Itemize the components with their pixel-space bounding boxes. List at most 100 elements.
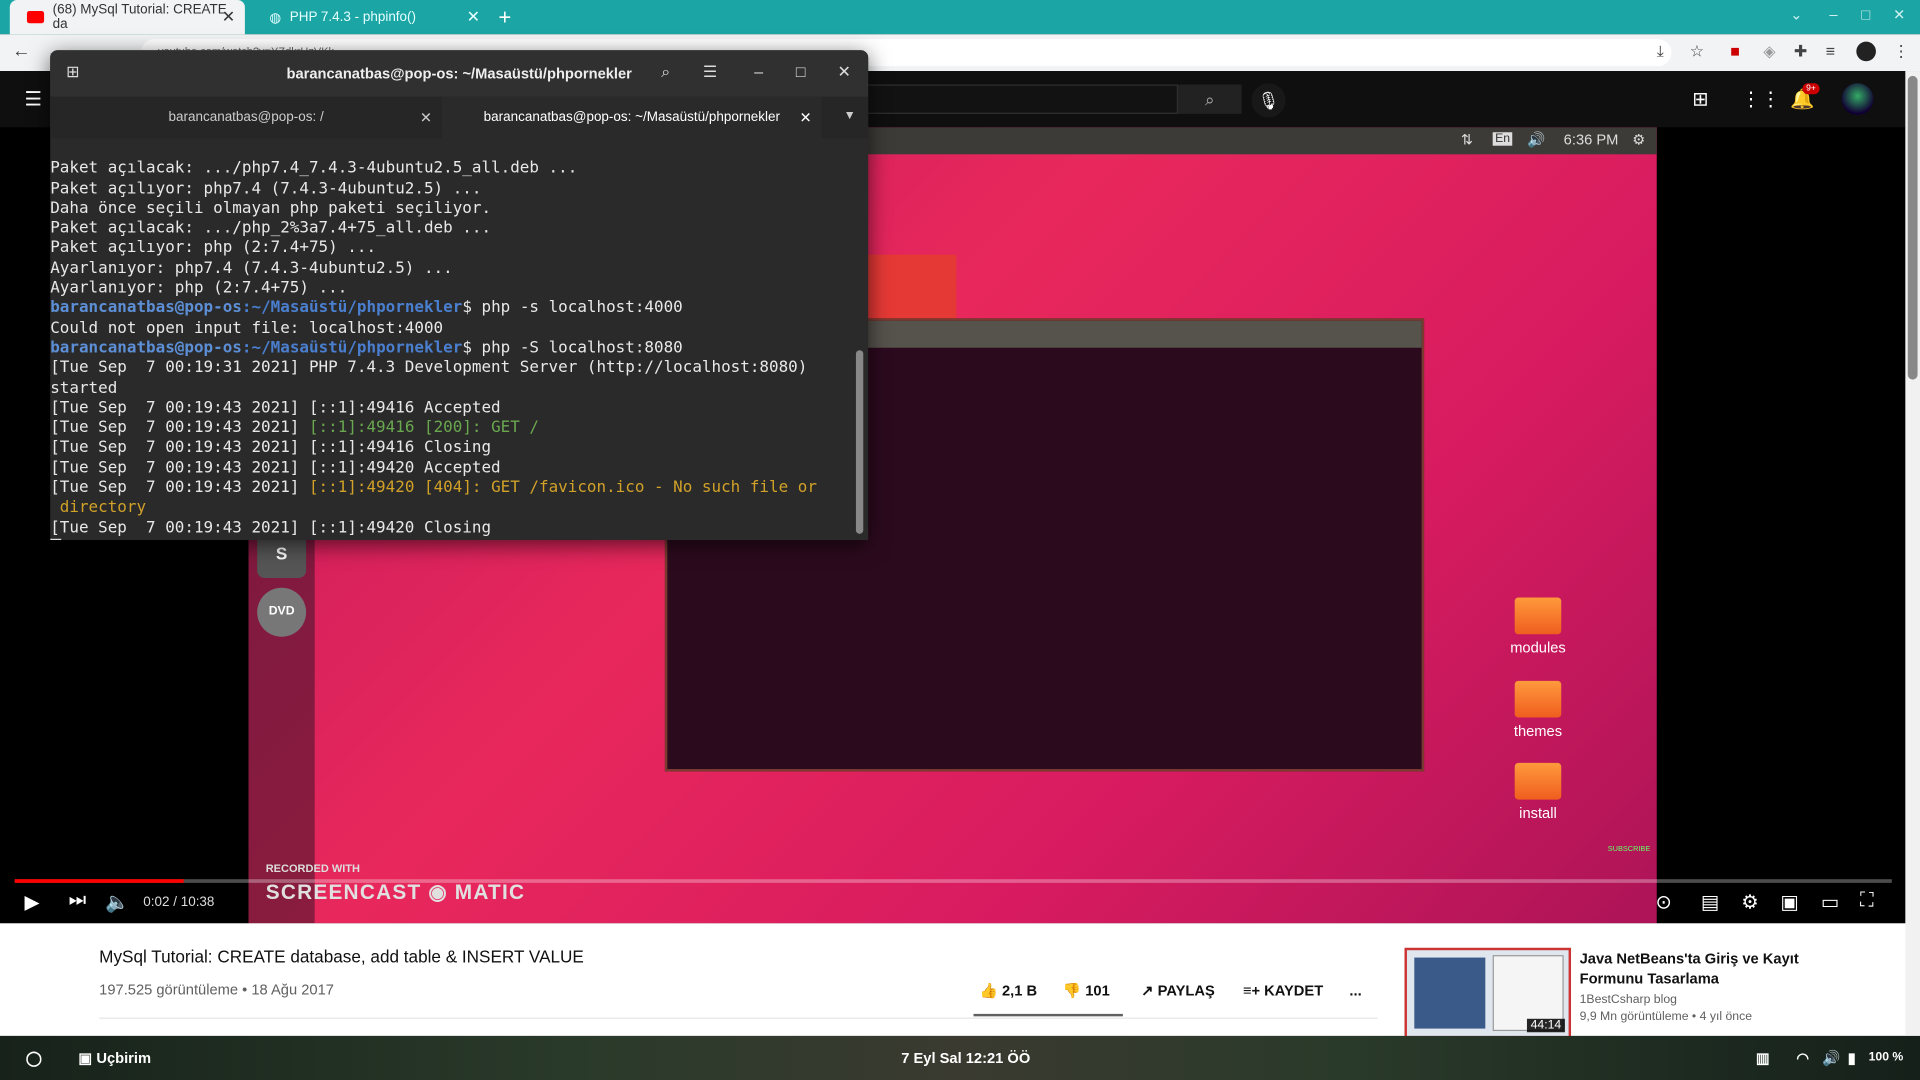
apps-grid-icon[interactable]: ⋮⋮ — [1741, 87, 1780, 111]
profile-avatar[interactable] — [1856, 41, 1876, 62]
install-icon[interactable]: ⤓ — [1657, 42, 1664, 62]
dislike-button[interactable]: 👎 101 — [1063, 982, 1110, 999]
dvd-icon: DVD — [257, 587, 307, 637]
page-scrollbar[interactable] — [1905, 71, 1920, 1036]
log-prefix: [Tue Sep 7 00:19:43 2021] — [50, 478, 309, 498]
terminal-window[interactable]: ⊞ barancanatbas@pop-os: ~/Masaüstü/phpor… — [50, 50, 869, 541]
shield-icon[interactable]: ◈ — [1763, 42, 1775, 62]
theater-mode-icon[interactable]: ▭ — [1821, 890, 1840, 914]
menu-icon[interactable]: ☰ — [703, 62, 717, 82]
tab-phpinfo[interactable]: ◍ PHP 7.4.3 - phpinfo() ✕ — [252, 0, 490, 34]
terminal-line: Paket açılacak: .../php7.4_7.4.3-4ubuntu… — [50, 159, 578, 178]
next-icon[interactable]: ⏭ — [69, 890, 87, 912]
terminal-cursor-line — [50, 538, 858, 541]
network-icon: ⇅ — [1460, 131, 1474, 149]
video-duration: 44:14 — [1526, 1018, 1565, 1033]
close-icon[interactable]: ✕ — [222, 7, 235, 27]
extension-icon[interactable]: ■ — [1730, 42, 1740, 60]
search-icon[interactable]: ⌕ — [661, 62, 670, 82]
media-icon[interactable]: ≡ — [1826, 42, 1835, 60]
clock: 6:36 PM — [1563, 131, 1619, 149]
tab-search-icon[interactable]: ⌄ — [1790, 6, 1802, 23]
scrollbar-thumb[interactable] — [1907, 75, 1918, 380]
play-icon[interactable]: ▶ — [24, 890, 39, 914]
recommendation-thumbnail[interactable]: 44:14 — [1404, 947, 1572, 1039]
maximize-icon[interactable]: □ — [796, 62, 806, 80]
recommendation-channel[interactable]: 1BestCsharp blog — [1580, 993, 1677, 1006]
prompt-user: barancanatbas@pop-os — [50, 299, 242, 318]
create-video-icon[interactable]: ⊞ — [1692, 87, 1708, 111]
subtitles-icon[interactable]: ▤ — [1701, 890, 1720, 914]
back-icon[interactable]: ← — [12, 40, 30, 61]
terminal-scrollbar[interactable] — [855, 350, 864, 534]
autoplay-toggle[interactable]: ⊙ — [1656, 890, 1672, 914]
terminal-log-line: [Tue Sep 7 00:19:43 2021] [::1]:49416 [2… — [50, 419, 858, 439]
hamburger-menu-icon[interactable]: ☰ — [24, 87, 42, 111]
terminal-log-line: [Tue Sep 7 00:19:43 2021] [::1]:49416 Ac… — [50, 399, 858, 419]
maximize-icon[interactable]: □ — [1861, 6, 1870, 23]
minimize-icon[interactable]: – — [1829, 6, 1837, 23]
globe-icon: ◍ — [269, 10, 282, 26]
thumbnail-image — [1414, 957, 1486, 1029]
close-window-icon[interactable]: ✕ — [1893, 6, 1905, 23]
wifi-icon[interactable]: ◠ — [1796, 1049, 1809, 1066]
terminal-log-line: [Tue Sep 7 00:19:43 2021] [::1]:49420 Cl… — [50, 519, 858, 539]
close-icon[interactable]: ✕ — [800, 97, 812, 139]
terminal-title: barancanatbas@pop-os: ~/Masaüstü/phporne… — [286, 64, 632, 83]
tab-dropdown-icon[interactable]: ▼ — [844, 109, 856, 122]
search-icon[interactable]: ⌕ — [1177, 84, 1242, 114]
activities-icon[interactable]: ◯ — [26, 1049, 42, 1066]
close-icon[interactable]: ✕ — [838, 62, 851, 82]
thumbs-up-icon: 👍 — [979, 982, 1002, 1000]
video-progress-bar[interactable] — [14, 879, 1892, 883]
terminal-tab-root[interactable]: barancanatbas@pop-os: / ✕ — [50, 97, 442, 139]
log-prefix: [Tue Sep 7 00:19:43 2021] [::1]:49416 Ac… — [50, 399, 501, 418]
search-input[interactable] — [864, 84, 1178, 114]
log-prefix: [Tue Sep 7 00:19:43 2021] [::1]:49416 Cl… — [50, 438, 492, 458]
recommendation-title[interactable]: Java NetBeans'ta Giriş ve Kayıt Formunu … — [1580, 949, 1849, 988]
new-tab-button[interactable]: + — [498, 5, 511, 31]
terminal-line: Daha önce seçili olmayan php paketi seçi… — [50, 199, 492, 218]
folder-icon — [1514, 762, 1562, 800]
avatar[interactable] — [1841, 83, 1874, 116]
terminal-prompt-line: barancanatbas@pop-os:~/Masaüstü/phpornek… — [50, 299, 858, 319]
volume-icon[interactable]: 🔈 — [105, 890, 129, 914]
volume-icon: 🔊 — [1526, 131, 1546, 149]
app-menu-button[interactable]: ▣ Uçbirim — [78, 1049, 151, 1066]
thumbs-down-icon: 👎 — [1062, 982, 1086, 1000]
screen-share-icon[interactable]: ▥ — [1756, 1049, 1770, 1066]
log-prefix: [Tue Sep 7 00:19:43 2021] — [50, 418, 309, 438]
tab-label: (68) MySql Tutorial: CREATE da — [52, 2, 227, 32]
volume-icon[interactable]: 🔊 — [1822, 1049, 1840, 1066]
terminal-output[interactable]: Paket açılacak: .../php7.4_7.4.3-4ubuntu… — [50, 140, 858, 541]
terminal-log-line: [Tue Sep 7 00:19:43 2021] [::1]:49420 Ac… — [50, 459, 858, 479]
desktop-icon-themes: themes — [1501, 680, 1574, 740]
menu-icon[interactable]: ⋮ — [1893, 42, 1909, 62]
terminal-log-line: [Tue Sep 7 00:19:43 2021] [::1]:49416 Cl… — [50, 439, 858, 459]
datetime[interactable]: 7 Eyl Sal 12:21 ÖÖ — [901, 1049, 1030, 1066]
close-icon[interactable]: ✕ — [467, 7, 480, 27]
bookmark-star-icon[interactable]: ☆ — [1690, 42, 1704, 62]
minimize-icon[interactable]: – — [754, 62, 763, 80]
puzzle-icon[interactable]: ✚ — [1794, 42, 1807, 62]
dislike-count: 101 — [1085, 982, 1110, 1000]
microphone-icon[interactable]: 🎙 — [1251, 83, 1286, 118]
lang-indicator: En — [1492, 132, 1513, 146]
miniplayer-icon[interactable]: ▣ — [1780, 890, 1799, 914]
share-button[interactable]: ↗ PAYLAŞ — [1141, 982, 1215, 999]
save-button[interactable]: ≡+ KAYDET — [1243, 982, 1323, 999]
progress-fill — [14, 879, 184, 883]
close-icon[interactable]: ✕ — [420, 97, 432, 139]
terminal-tab-phpornekler[interactable]: barancanatbas@pop-os: ~/Masaüstü/phporne… — [442, 96, 822, 139]
terminal-line: Ayarlanıyor: php (2:7.4+75) ... — [50, 279, 348, 298]
like-button[interactable]: 👍 2,1 B — [980, 982, 1038, 999]
tab-youtube[interactable]: (68) MySql Tutorial: CREATE da ✕ — [9, 0, 245, 35]
settings-icon[interactable]: ⚙ — [1741, 890, 1759, 914]
youtube-icon — [26, 11, 45, 24]
log-prefix: [Tue Sep 7 00:19:31 2021] PHP 7.4.3 Deve… — [50, 359, 808, 378]
more-actions-button[interactable]: ... — [1349, 982, 1361, 999]
log-prefix: [Tue Sep 7 00:19:43 2021] [::1]:49420 Ac… — [50, 458, 501, 478]
time-display: 0:02 / 10:38 — [143, 895, 215, 910]
fullscreen-icon[interactable]: ⛶ — [1860, 890, 1874, 912]
battery-icon[interactable]: ▮ — [1848, 1049, 1856, 1066]
